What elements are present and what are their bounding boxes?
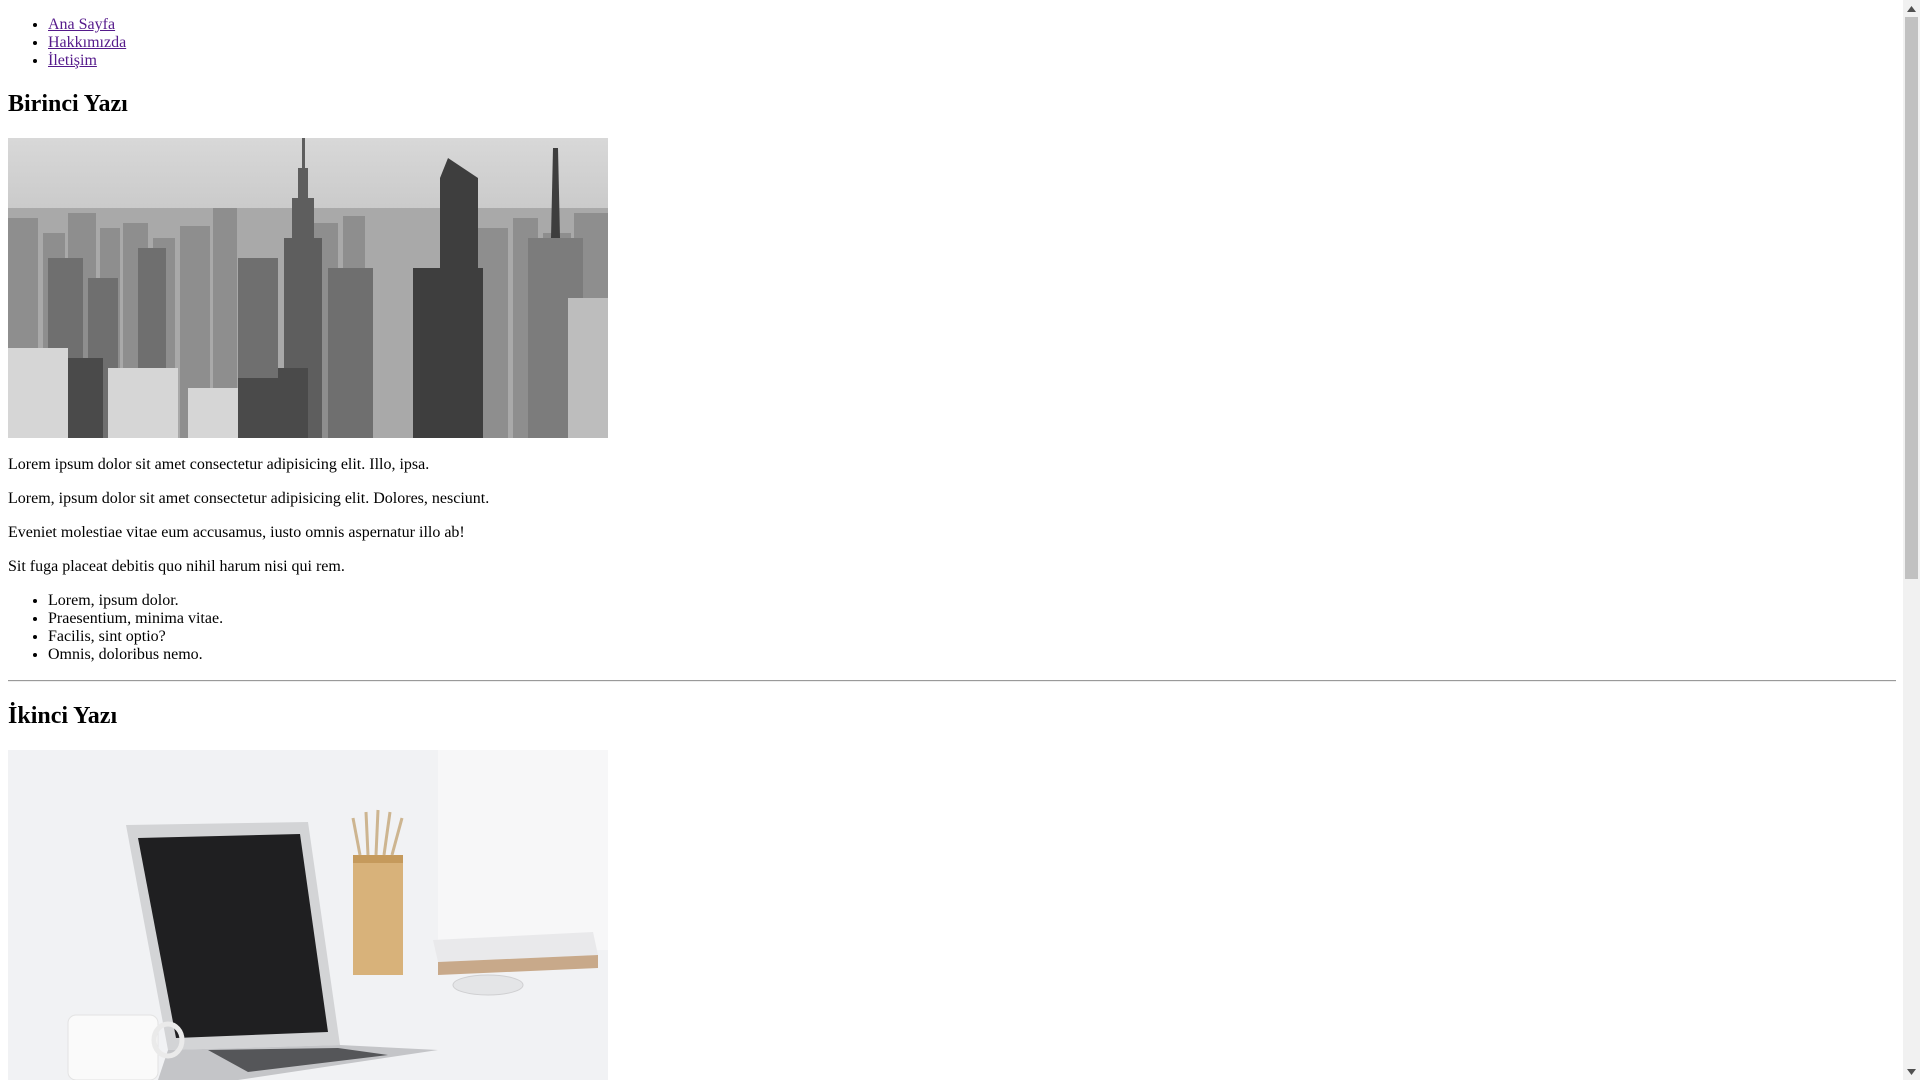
nav-list: Ana Sayfa Hakkımızda İletişim [8, 16, 1896, 70]
scrollbar-thumb[interactable] [1905, 17, 1918, 579]
scroll-up-arrow-icon[interactable] [1903, 0, 1920, 17]
post-1-paragraph-2: Lorem, ipsum dolor sit amet consectetur … [8, 490, 490, 507]
laptop-desk-photo [8, 750, 608, 1080]
nav-link-contact[interactable]: İletişim [48, 52, 97, 69]
post-1-paragraph-3: Eveniet molestiae vitae eum accusamus, i… [8, 524, 465, 541]
post-1-list: Lorem, ipsum dolor. Praesentium, minima … [8, 592, 1896, 664]
nav-link-home[interactable]: Ana Sayfa [48, 16, 115, 33]
city-skyline-photo [8, 138, 608, 438]
post-1-list-item: Praesentium, minima vitae. [48, 610, 1896, 628]
scroll-down-arrow-icon[interactable] [1903, 1063, 1920, 1080]
page-content: Ana Sayfa Hakkımızda İletişim Birinci Ya… [8, 0, 1896, 1080]
post-1-list-item: Lorem, ipsum dolor. [48, 592, 1896, 610]
post-1-paragraph-4: Sit fuga placeat debitis quo nihil harum… [8, 558, 345, 575]
nav-item-home: Ana Sayfa [48, 16, 1896, 34]
post-2-title: İkinci Yazı [8, 703, 118, 729]
post-1-paragraph-1: Lorem ipsum dolor sit amet consectetur a… [8, 456, 430, 473]
vertical-scrollbar[interactable] [1903, 0, 1920, 1080]
post-1-list-item: Facilis, sint optio? [48, 628, 1896, 646]
nav-item-contact: İletişim [48, 52, 1896, 70]
nav-item-about: Hakkımızda [48, 34, 1896, 52]
post-1-list-item: Omnis, doloribus nemo. [48, 646, 1896, 664]
post-1-title: Birinci Yazı [8, 91, 128, 117]
post-divider [8, 680, 1896, 682]
nav-link-about[interactable]: Hakkımızda [48, 34, 126, 51]
